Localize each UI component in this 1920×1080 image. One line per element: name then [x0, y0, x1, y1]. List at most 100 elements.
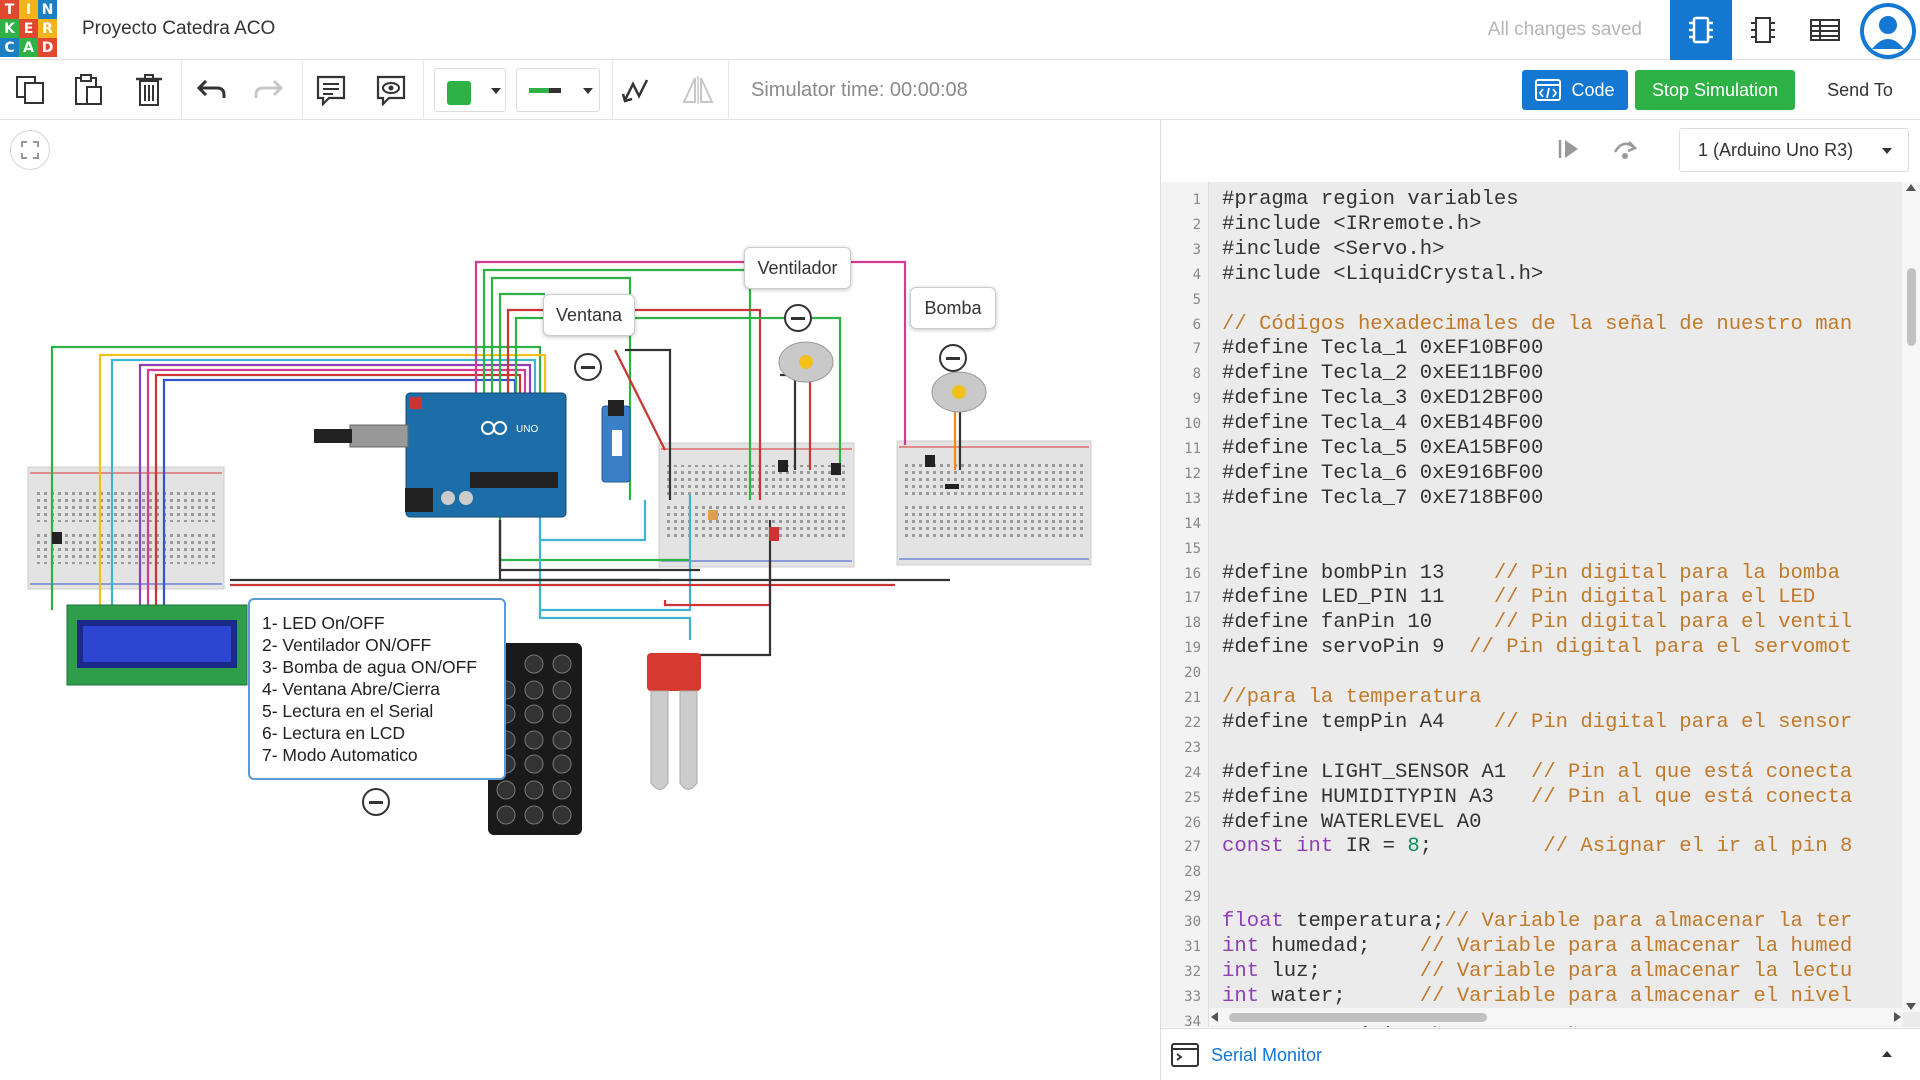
undo-button[interactable]	[190, 69, 232, 111]
code-token: #define bombPin 13	[1222, 561, 1494, 585]
code-token: #include <IRremote.h>	[1222, 212, 1482, 236]
code-line[interactable]: #define Tecla_6 0xE916BF00	[1222, 462, 1543, 485]
pump-motor[interactable]	[931, 371, 987, 413]
notes-visibility-button[interactable]	[370, 69, 412, 111]
code-button[interactable]: Code	[1522, 70, 1628, 110]
breadboard-left[interactable]	[27, 466, 225, 590]
collapse-note-icon[interactable]	[362, 788, 390, 816]
rotate-button[interactable]	[614, 69, 656, 111]
code-line[interactable]: #define Tecla_3 0xED12BF00	[1222, 387, 1543, 410]
wire-color-dropdown[interactable]	[434, 68, 506, 112]
code-line[interactable]: #define servoPin 9 // Pin digital para e…	[1222, 636, 1852, 659]
circuit-diagram[interactable]: UNO	[0, 120, 1160, 1080]
line-number: 33	[1184, 988, 1201, 1005]
notes-button[interactable]	[310, 69, 352, 111]
code-line[interactable]: #include <LiquidCrystal.h>	[1222, 263, 1543, 286]
delete-button[interactable]	[128, 69, 170, 111]
code-line[interactable]: #define Tecla_5 0xEA15BF00	[1222, 437, 1543, 460]
code-line[interactable]: #define WATERLEVEL A0	[1222, 811, 1482, 834]
horizontal-scroll-thumb[interactable]	[1229, 1013, 1487, 1022]
paste-button[interactable]	[67, 69, 109, 111]
stop-simulation-button[interactable]: Stop Simulation	[1635, 70, 1795, 110]
logo-letter: D	[38, 38, 57, 57]
breadboard-middle[interactable]	[658, 442, 855, 568]
scroll-left-icon[interactable]	[1211, 1012, 1218, 1022]
code-line[interactable]: #define Tecla_1 0xEF10BF00	[1222, 337, 1543, 360]
chevron-down-icon	[583, 88, 593, 94]
code-line[interactable]: float temperatura;// Variable para almac…	[1222, 910, 1852, 933]
step-button[interactable]	[1557, 138, 1581, 165]
code-editor[interactable]: 1 2 3 4 5 6 7 8 9 10 11 12 13 14 15 16 17 18 19 20 21 22 23 24 2…	[1161, 182, 1920, 1027]
code-line[interactable]: #pragma region variables	[1222, 188, 1519, 211]
servo-motor[interactable]	[601, 400, 631, 483]
callout-bomba[interactable]: Bomba	[910, 287, 996, 329]
code-line[interactable]: #define LED_PIN 11 // Pin digital para e…	[1222, 586, 1815, 609]
code-line[interactable]: #include <IRremote.h>	[1222, 213, 1482, 236]
code-panel: 1 (Arduino Uno R3) 1 2 3 4 5 6 7 8 9 10 11 12 13 14 15…	[1160, 120, 1920, 1080]
fan-motor[interactable]	[778, 341, 834, 383]
component-list-button[interactable]	[1794, 0, 1856, 60]
redo-button[interactable]	[248, 69, 290, 111]
device-select-value: 1 (Arduino Uno R3)	[1698, 139, 1854, 160]
serial-monitor-label[interactable]: Serial Monitor	[1211, 1045, 1322, 1066]
circuit-view-button[interactable]	[1670, 0, 1732, 60]
copy-button[interactable]	[9, 69, 51, 111]
horizontal-scrollbar[interactable]	[1209, 1008, 1903, 1026]
device-select[interactable]: 1 (Arduino Uno R3)	[1679, 128, 1909, 172]
code-token: // Pin al que está conecta	[1530, 785, 1853, 809]
code-line[interactable]: #define Tecla_4 0xEB14BF00	[1222, 412, 1543, 435]
code-token: #define Tecla_6 0xE916BF00	[1222, 461, 1544, 485]
logo-letter: E	[19, 19, 38, 38]
line-number: 30	[1184, 914, 1201, 931]
vertical-scroll-thumb[interactable]	[1907, 268, 1916, 346]
line-number: 29	[1184, 889, 1201, 906]
lcd-display[interactable]	[66, 604, 248, 686]
scroll-right-icon[interactable]	[1894, 1012, 1901, 1022]
serial-monitor-bar[interactable]: Serial Monitor	[1161, 1028, 1920, 1080]
code-line[interactable]: const int IR = 8; // Asignar el ir al pi…	[1222, 835, 1852, 858]
schematic-view-button[interactable]	[1732, 0, 1794, 60]
collapse-ventilador-icon[interactable]	[784, 304, 812, 332]
line-number: 24	[1184, 764, 1201, 781]
code-line[interactable]: #define bombPin 13 // Pin digital para l…	[1222, 562, 1840, 585]
circuit-canvas[interactable]: UNO Ventana Ventilador Bomba 1- LED On/O…	[0, 120, 1160, 1080]
code-line[interactable]: int water; // Variable para almacenar el…	[1222, 985, 1852, 1008]
code-line[interactable]: // Códigos hexadecimales de la señal de …	[1222, 313, 1852, 336]
wire-type-dropdown[interactable]	[516, 68, 600, 112]
code-line[interactable]: #include <Servo.h>	[1222, 238, 1444, 261]
code-line[interactable]: #define LIGHT_SENSOR A1 // Pin al que es…	[1222, 761, 1852, 784]
code-line[interactable]: #define HUMIDITYPIN A3 // Pin al que est…	[1222, 786, 1852, 809]
chevron-down-icon	[491, 88, 501, 94]
project-title[interactable]: Proyecto Catedra ACO	[82, 18, 275, 40]
collapse-bomba-icon[interactable]	[939, 344, 967, 372]
code-token: ;	[1419, 835, 1544, 859]
collapse-ventana-icon[interactable]	[574, 353, 602, 381]
logo-letter: A	[19, 38, 38, 57]
vertical-scrollbar[interactable]	[1902, 182, 1920, 1012]
code-line[interactable]: #define tempPin A4 // Pin digital para e…	[1222, 711, 1852, 734]
callout-ventana[interactable]: Ventana	[543, 294, 635, 336]
arduino-uno[interactable]: UNO	[314, 392, 567, 518]
code-token: #define Tecla_2 0xEE11BF00	[1222, 362, 1544, 386]
code-line[interactable]: //para la temperatura	[1222, 686, 1482, 709]
callout-ventilador[interactable]: Ventilador	[744, 247, 851, 289]
code-line[interactable]: int luz; // Variable para almacenar la l…	[1222, 960, 1852, 983]
user-avatar[interactable]	[1860, 3, 1916, 59]
instructions-note[interactable]: 1- LED On/OFF 2- Ventilador ON/OFF 3- Bomb…	[248, 598, 506, 780]
scroll-down-icon[interactable]	[1906, 1003, 1916, 1010]
code-line[interactable]: #define Tecla_2 0xEE11BF00	[1222, 362, 1543, 385]
step-over-button[interactable]	[1611, 138, 1639, 165]
note-line: 1- LED On/OFF	[262, 613, 385, 633]
code-line[interactable]: #define fanPin 10 // Pin digital para el…	[1222, 611, 1852, 634]
scroll-up-icon[interactable]	[1906, 184, 1916, 191]
code-line[interactable]: #define Tecla_7 0xE718BF00	[1222, 487, 1543, 510]
tinkercad-logo[interactable]: TINKERCAD	[0, 0, 57, 57]
note-line: 5- Lectura en el Serial	[262, 701, 434, 721]
send-to-button[interactable]: Send To	[1805, 70, 1915, 110]
mirror-button[interactable]	[677, 69, 719, 111]
chevron-up-icon[interactable]	[1882, 1051, 1892, 1057]
line-number: 5	[1192, 291, 1201, 308]
code-line[interactable]: int humedad; // Variable para almacenar …	[1222, 935, 1852, 958]
line-number: 21	[1184, 690, 1201, 706]
soil-moisture-sensor[interactable]	[647, 653, 701, 790]
